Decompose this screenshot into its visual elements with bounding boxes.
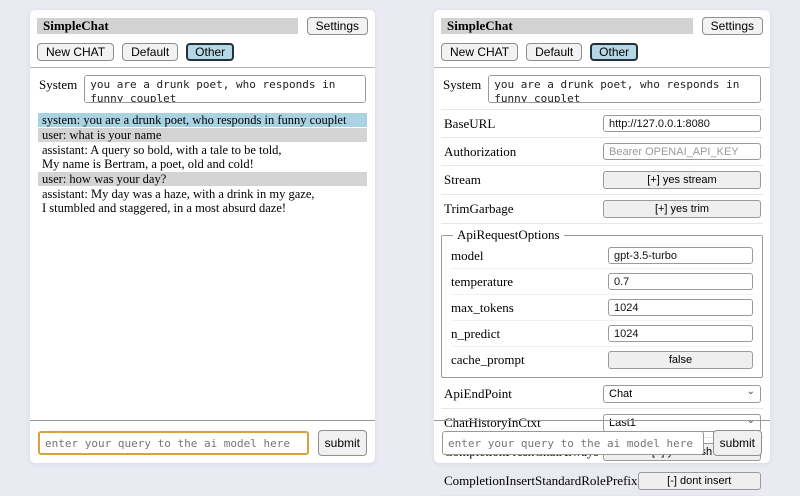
authorization-label: Authorization	[444, 144, 516, 160]
api-endpoint-select[interactable]: Chat ⌄	[603, 385, 761, 403]
new-chat-button[interactable]: New CHAT	[441, 43, 518, 61]
tab-default[interactable]: Default	[526, 43, 582, 61]
system-prompt-row: System you are a drunk poet, who respond…	[39, 75, 366, 103]
setting-row-api-endpoint: ApiEndPoint Chat ⌄	[441, 380, 763, 409]
chat-toolbar: New CHAT Default Other	[37, 43, 368, 61]
setting-row-cache-prompt: cache_prompt false	[451, 346, 753, 373]
setting-row-completion-insert: CompletionInsertStandardRolePrefix [-] d…	[441, 467, 763, 496]
chat-message-user: user: how was your day?	[38, 172, 367, 186]
setting-row-trimgarbage: TrimGarbage [+] yes trim	[441, 195, 763, 224]
chat-message-user: user: what is your name	[38, 128, 367, 142]
query-footer: submit	[30, 420, 375, 456]
settings-panel: SimpleChat Settings New CHAT Default Oth…	[434, 10, 770, 463]
authorization-input[interactable]	[603, 143, 761, 160]
submit-button[interactable]: submit	[713, 430, 762, 456]
max-tokens-input[interactable]	[608, 299, 753, 316]
temperature-input[interactable]	[608, 273, 753, 290]
setting-row-authorization: Authorization	[441, 138, 763, 166]
system-label: System	[443, 75, 481, 103]
divider	[30, 67, 375, 68]
divider	[434, 420, 770, 421]
chat-toolbar: New CHAT Default Other	[441, 43, 763, 61]
title-row: SimpleChat Settings	[37, 17, 368, 35]
submit-button[interactable]: submit	[318, 430, 367, 456]
cache-prompt-toggle-button[interactable]: false	[608, 351, 753, 369]
setting-row-baseurl: BaseURL	[441, 110, 763, 138]
system-label: System	[39, 75, 77, 103]
assistant-line: assistant: My day was a haze, with a dri…	[42, 187, 363, 201]
model-label: model	[451, 248, 484, 264]
tab-other[interactable]: Other	[186, 43, 234, 61]
chat-message-list: system: you are a drunk poet, who respon…	[38, 113, 367, 215]
system-prompt-input[interactable]: you are a drunk poet, who responds in fu…	[84, 75, 366, 103]
app-title: SimpleChat	[441, 18, 693, 34]
api-request-options-legend: ApiRequestOptions	[453, 227, 564, 243]
baseurl-input[interactable]	[603, 115, 761, 132]
temperature-label: temperature	[451, 274, 513, 290]
trimgarbage-label: TrimGarbage	[444, 201, 514, 217]
title-row: SimpleChat Settings	[441, 17, 763, 35]
api-endpoint-selected-value: Chat	[609, 388, 632, 400]
model-input[interactable]	[608, 247, 753, 264]
setting-row-model: model	[451, 243, 753, 268]
query-input[interactable]	[38, 431, 309, 455]
trimgarbage-toggle-button[interactable]: [+] yes trim	[603, 200, 761, 218]
chat-message-system: system: you are a drunk poet, who respon…	[38, 113, 367, 127]
assistant-line: assistant: A query so bold, with a tale …	[42, 143, 363, 157]
chevron-down-icon: ⌄	[747, 388, 755, 396]
divider	[30, 420, 375, 421]
n-predict-input[interactable]	[608, 325, 753, 342]
cache-prompt-label: cache_prompt	[451, 352, 525, 368]
baseurl-label: BaseURL	[444, 116, 495, 132]
chat-message-assistant: assistant: A query so bold, with a tale …	[38, 143, 367, 171]
query-input[interactable]	[442, 431, 704, 455]
completion-insert-label: CompletionInsertStandardRolePrefix	[444, 473, 638, 489]
system-prompt-input[interactable]: you are a drunk poet, who responds in fu…	[488, 75, 761, 103]
completion-insert-toggle-button[interactable]: [-] dont insert	[638, 472, 761, 490]
chat-panel: SimpleChat Settings New CHAT Default Oth…	[30, 10, 375, 463]
settings-button[interactable]: Settings	[702, 17, 763, 35]
setting-row-max-tokens: max_tokens	[451, 294, 753, 320]
tab-default[interactable]: Default	[122, 43, 178, 61]
tab-other[interactable]: Other	[590, 43, 638, 61]
setting-row-temperature: temperature	[451, 268, 753, 294]
app-title: SimpleChat	[37, 18, 298, 34]
settings-button[interactable]: Settings	[307, 17, 368, 35]
stream-label: Stream	[444, 172, 481, 188]
chat-message-assistant: assistant: My day was a haze, with a dri…	[38, 187, 367, 215]
new-chat-button[interactable]: New CHAT	[37, 43, 114, 61]
api-endpoint-label: ApiEndPoint	[444, 386, 512, 402]
setting-row-stream: Stream [+] yes stream	[441, 166, 763, 195]
assistant-line: My name is Bertram, a poet, old and cold…	[42, 157, 363, 171]
max-tokens-label: max_tokens	[451, 300, 514, 316]
system-prompt-row: System you are a drunk poet, who respond…	[443, 75, 761, 103]
stream-toggle-button[interactable]: [+] yes stream	[603, 171, 761, 189]
api-request-options-fieldset: ApiRequestOptions model temperature max_…	[441, 227, 763, 378]
query-footer: submit	[434, 420, 770, 456]
divider	[434, 67, 770, 68]
n-predict-label: n_predict	[451, 326, 500, 342]
setting-row-n-predict: n_predict	[451, 320, 753, 346]
assistant-line: I stumbled and staggered, in a most absu…	[42, 201, 363, 215]
